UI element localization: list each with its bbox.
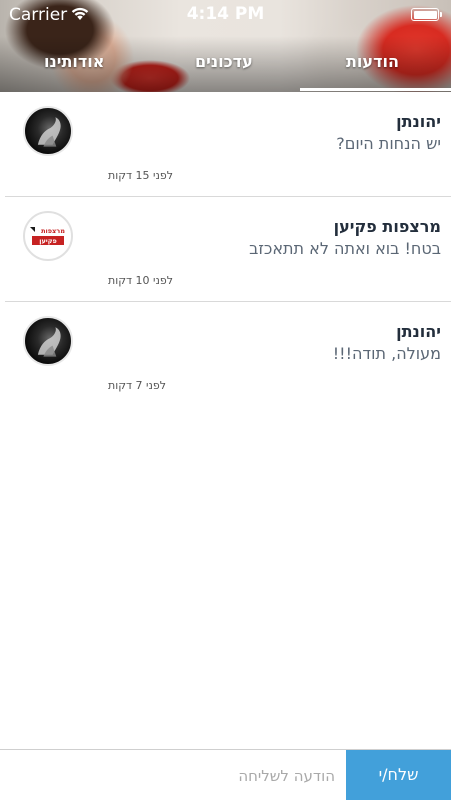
message-text: בטח! בוא ואתה לא תתאכזב xyxy=(249,239,441,258)
message-row[interactable]: מרצפות פקיען מרצפות פקיען בטח! בוא ואתה … xyxy=(5,197,451,302)
sender-name: מרצפות פקיען xyxy=(333,217,441,236)
sender-name: יהונתן xyxy=(396,112,441,131)
clock: 4:14 PM xyxy=(186,4,265,24)
svg-text:פקיען: פקיען xyxy=(39,237,57,245)
message-row[interactable]: יהונתן מעולה, תודה!!! לפני 7 דקות xyxy=(5,302,451,406)
battery-icon xyxy=(411,8,442,21)
tab-updates[interactable]: עדכונים xyxy=(195,52,253,71)
status-bar: Carrier 4:14 PM xyxy=(0,0,451,30)
message-text: מעולה, תודה!!! xyxy=(332,344,441,363)
message-composer: שלח/י xyxy=(0,749,451,800)
message-time: לפני 15 דקות xyxy=(108,169,174,182)
send-button[interactable]: שלח/י xyxy=(346,750,451,800)
message-time: לפני 10 דקות xyxy=(108,274,174,287)
tab-bar: אודותינו עדכונים הודעות xyxy=(0,44,451,92)
tab-about[interactable]: אודותינו xyxy=(44,52,104,71)
message-list: יהונתן יש הנחות היום? לפני 15 דקות מרצפו… xyxy=(0,92,451,406)
svg-text:מרצפות: מרצפות xyxy=(41,227,65,235)
company-logo-icon: מרצפות פקיען xyxy=(29,224,67,248)
avatar xyxy=(23,316,73,366)
message-text: יש הנחות היום? xyxy=(336,134,441,153)
avatar xyxy=(23,106,73,156)
message-row[interactable]: יהונתן יש הנחות היום? לפני 15 דקות xyxy=(5,92,451,197)
message-input[interactable] xyxy=(8,758,341,794)
message-time: לפני 7 דקות xyxy=(108,379,167,392)
person-avatar-icon xyxy=(37,117,61,147)
sender-name: יהונתן xyxy=(396,322,441,341)
tab-messages[interactable]: הודעות xyxy=(346,52,399,71)
header-banner: Carrier 4:14 PM אודותינו עדכונים הודעות xyxy=(0,0,451,92)
active-tab-indicator xyxy=(300,88,451,91)
person-avatar-icon xyxy=(37,327,61,357)
avatar: מרצפות פקיען xyxy=(23,211,73,261)
